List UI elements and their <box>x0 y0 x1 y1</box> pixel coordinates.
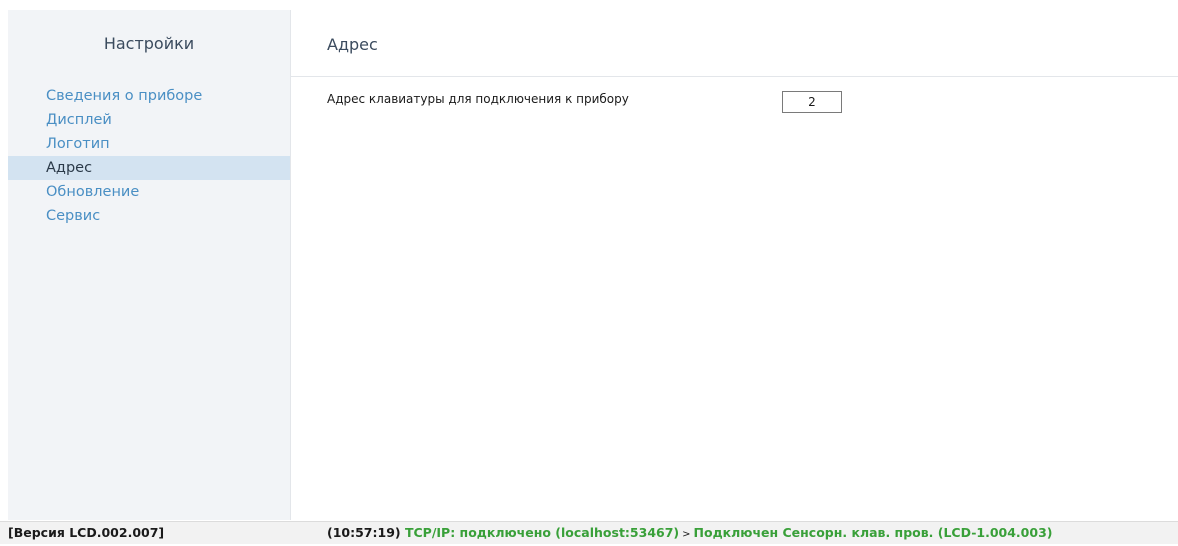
sidebar-title: Настройки <box>103 34 195 53</box>
device-connection-status: Подключен Сенсорн. клав. пров. (LCD-1.00… <box>693 525 1053 540</box>
sidebar: Настройки Сведения о приборе Дисплей Лог… <box>8 10 291 520</box>
tcp-connection-status: TCP/IP: подключено (localhost:53467) <box>404 525 680 540</box>
sidebar-nav: Сведения о приборе Дисплей Логотип Адрес… <box>8 84 290 228</box>
sidebar-item-logo[interactable]: Логотип <box>8 132 290 156</box>
status-bar: [Версия LCD.002.007] (10:57:19) TCP/IP: … <box>0 521 1178 544</box>
version-label: [Версия LCD.002.007] <box>8 525 165 540</box>
keyboard-address-input[interactable] <box>782 91 842 113</box>
page-title: Адрес <box>327 35 378 54</box>
arrow-icon: > <box>682 529 691 540</box>
title-divider <box>291 76 1178 77</box>
keyboard-address-label: Адрес клавиатуры для подключения к прибо… <box>327 92 629 106</box>
connection-status: (10:57:19) TCP/IP: подключено (localhost… <box>327 522 1052 546</box>
sidebar-item-address[interactable]: Адрес <box>8 156 290 180</box>
sidebar-item-device-info[interactable]: Сведения о приборе <box>8 84 290 108</box>
sidebar-item-display[interactable]: Дисплей <box>8 108 290 132</box>
sidebar-item-update[interactable]: Обновление <box>8 180 290 204</box>
status-time: (10:57:19) <box>327 525 401 540</box>
sidebar-item-service[interactable]: Сервис <box>8 204 290 228</box>
